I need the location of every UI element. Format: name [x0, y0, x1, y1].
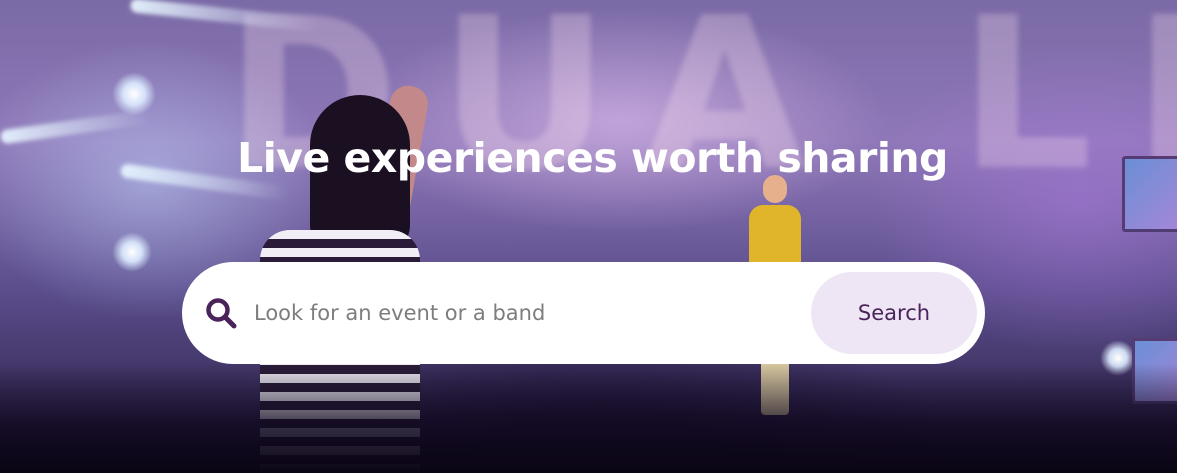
hero-background-image: DUA LIPA: [0, 0, 1177, 473]
crowd: [0, 363, 1177, 473]
hero-headline: Live experiences worth sharing: [237, 134, 948, 182]
search-icon[interactable]: [204, 296, 238, 330]
search-icon-graphic: [206, 298, 237, 329]
stage-light: [112, 232, 152, 272]
search-bar: Search: [182, 262, 985, 364]
hero-section: DUA LIPA Live experiences worth sharing: [0, 0, 1177, 473]
search-button[interactable]: Search: [811, 272, 977, 354]
stage-light: [112, 72, 156, 116]
search-input[interactable]: [254, 288, 794, 338]
